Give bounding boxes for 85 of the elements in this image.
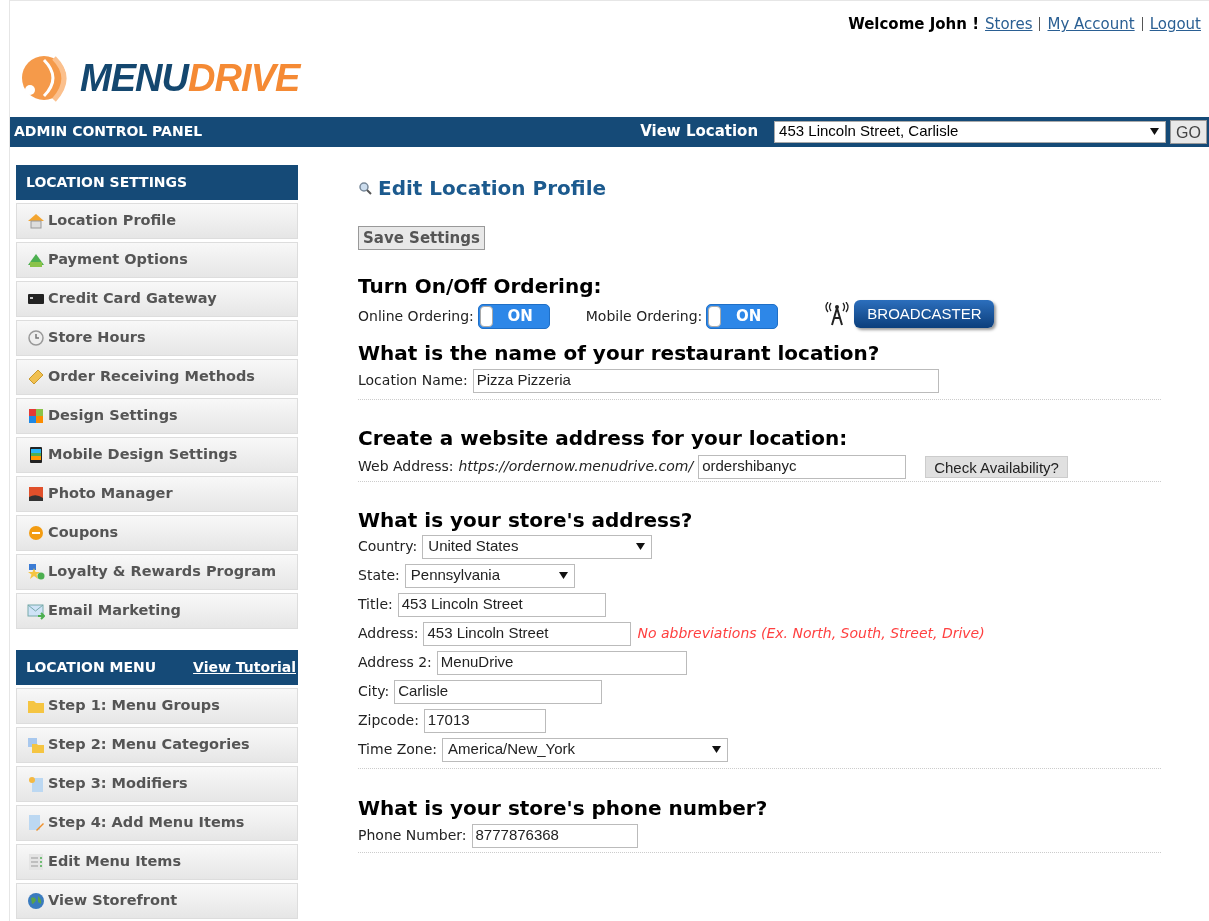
field-label: Time Zone: bbox=[358, 740, 438, 759]
antenna-icon bbox=[824, 302, 851, 326]
field-label: Address: bbox=[358, 624, 419, 643]
sidebar-item[interactable]: Location Profile bbox=[16, 202, 298, 239]
caret-icon bbox=[558, 572, 568, 579]
sidebar-item[interactable]: Loyalty & Rewards Program bbox=[16, 553, 298, 590]
input-field[interactable]: ordershibanyc bbox=[698, 454, 907, 479]
input-field[interactable]: 8777876368 bbox=[471, 823, 638, 848]
sidebar-item[interactable]: Step 3: Modifiers bbox=[16, 765, 298, 802]
caret-icon bbox=[1150, 128, 1160, 135]
envelope-icon bbox=[27, 601, 45, 620]
field-label: Location Name: bbox=[358, 371, 468, 390]
sidebar-title: LOCATION SETTINGS bbox=[26, 172, 188, 192]
color-squares-icon bbox=[27, 406, 45, 425]
picture-icon bbox=[27, 484, 45, 503]
sidebar-item[interactable]: Payment Options bbox=[16, 241, 298, 278]
sidebar-item[interactable]: Order Receiving Methods bbox=[16, 358, 298, 395]
location-dropdown[interactable]: 453 Lincoln Street, Carlisle bbox=[774, 120, 1167, 143]
url-prefix: https://ordernow.menudrive.com/ bbox=[458, 457, 694, 476]
section-heading: What is the name of your restaurant location? bbox=[358, 340, 881, 366]
input-field[interactable]: 453 Lincoln Street bbox=[397, 592, 606, 617]
broadcaster-button[interactable]: BROADCASTER bbox=[854, 300, 995, 328]
toggle-label: Online Ordering: bbox=[358, 306, 474, 326]
input-field[interactable]: Pizza Pizzeria bbox=[472, 368, 939, 393]
input-field[interactable]: MenuDrive bbox=[436, 650, 687, 675]
field-label: Country: bbox=[358, 537, 418, 556]
toggle-switch[interactable]: ON bbox=[477, 303, 550, 329]
sidebar-item[interactable]: Step 2: Menu Categories bbox=[16, 726, 298, 763]
field-label: Zipcode: bbox=[358, 711, 419, 730]
page-title: Edit Location Profile bbox=[378, 174, 607, 202]
caret-icon bbox=[712, 746, 722, 753]
star-icon bbox=[27, 562, 45, 581]
tutorial-link[interactable]: View Tutorial bbox=[193, 656, 296, 678]
sidebar-title: LOCATION MENU bbox=[26, 657, 157, 677]
field-label: City: bbox=[358, 682, 390, 701]
section-heading: Create a website address for your location: bbox=[358, 425, 849, 451]
section-heading: What is your store's phone number? bbox=[358, 795, 769, 821]
field-label: Web Address: bbox=[358, 457, 454, 476]
field-label: Phone Number: bbox=[358, 826, 467, 845]
toggle-switch[interactable]: ON bbox=[706, 303, 779, 329]
globe-icon bbox=[27, 891, 45, 910]
sidebar-item[interactable]: Edit Menu Items bbox=[16, 843, 298, 880]
go-button[interactable]: GO bbox=[1170, 119, 1207, 144]
section-heading: Turn On/Off Ordering: bbox=[358, 273, 603, 299]
sidebar-item[interactable]: Credit Card Gateway bbox=[16, 280, 298, 317]
caret-icon bbox=[636, 543, 646, 550]
house-icon bbox=[27, 211, 45, 230]
section-heading: What is your store's address? bbox=[358, 507, 694, 533]
document-icon bbox=[27, 774, 45, 793]
header-link[interactable]: Logout bbox=[1149, 13, 1201, 36]
admin-title: ADMIN CONTROL PANEL bbox=[14, 122, 204, 141]
welcome-text: Welcome John ! bbox=[848, 14, 979, 35]
input-field[interactable]: 453 Lincoln Street bbox=[423, 621, 632, 646]
sidebar-item[interactable]: Email Marketing bbox=[16, 592, 298, 629]
save-settings-button[interactable]: Save Settings bbox=[358, 225, 485, 250]
phone-icon bbox=[27, 445, 45, 464]
input-field[interactable]: Carlisle bbox=[394, 679, 603, 704]
sidebar-item[interactable]: View Storefront bbox=[16, 882, 298, 919]
check-availability-button[interactable]: Check Availability? bbox=[925, 455, 1068, 478]
header-link[interactable]: My Account bbox=[1047, 13, 1135, 36]
view-location-label: View Location bbox=[640, 121, 759, 143]
tag-icon bbox=[27, 367, 45, 386]
checklist-icon bbox=[27, 852, 45, 871]
magnifier-icon bbox=[358, 180, 372, 195]
sidebar-item[interactable]: Step 4: Add Menu Items bbox=[16, 804, 298, 841]
dropdown-field[interactable]: United States bbox=[422, 534, 653, 559]
field-label: State: bbox=[358, 566, 400, 585]
sidebar-item[interactable]: Step 1: Menu Groups bbox=[16, 687, 298, 724]
sidebar-item[interactable]: Photo Manager bbox=[16, 475, 298, 512]
field-label: Title: bbox=[358, 595, 393, 614]
dropdown-field[interactable]: America/New_York bbox=[442, 737, 729, 762]
sidebar-item[interactable]: Coupons bbox=[16, 514, 298, 551]
toggle-label: Mobile Ordering: bbox=[585, 306, 703, 326]
dropdown-field[interactable]: Pennsylvania bbox=[404, 563, 575, 588]
clock-icon bbox=[27, 328, 45, 347]
field-label: Address 2: bbox=[358, 653, 432, 672]
header-link[interactable]: Stores bbox=[985, 13, 1033, 36]
input-field[interactable]: 17013 bbox=[423, 708, 546, 733]
sidebar-item[interactable]: Store Hours bbox=[16, 319, 298, 356]
hint-text: No abbreviations (Ex. North, South, Street, Drive) bbox=[637, 624, 985, 643]
folders-icon bbox=[27, 735, 45, 754]
logo-wordmark: MENUDRIVE bbox=[80, 55, 300, 101]
document-pencil-icon bbox=[27, 813, 45, 832]
sidebar-item[interactable]: Design Settings bbox=[16, 397, 298, 434]
sidebar-item[interactable]: Mobile Design Settings bbox=[16, 436, 298, 473]
